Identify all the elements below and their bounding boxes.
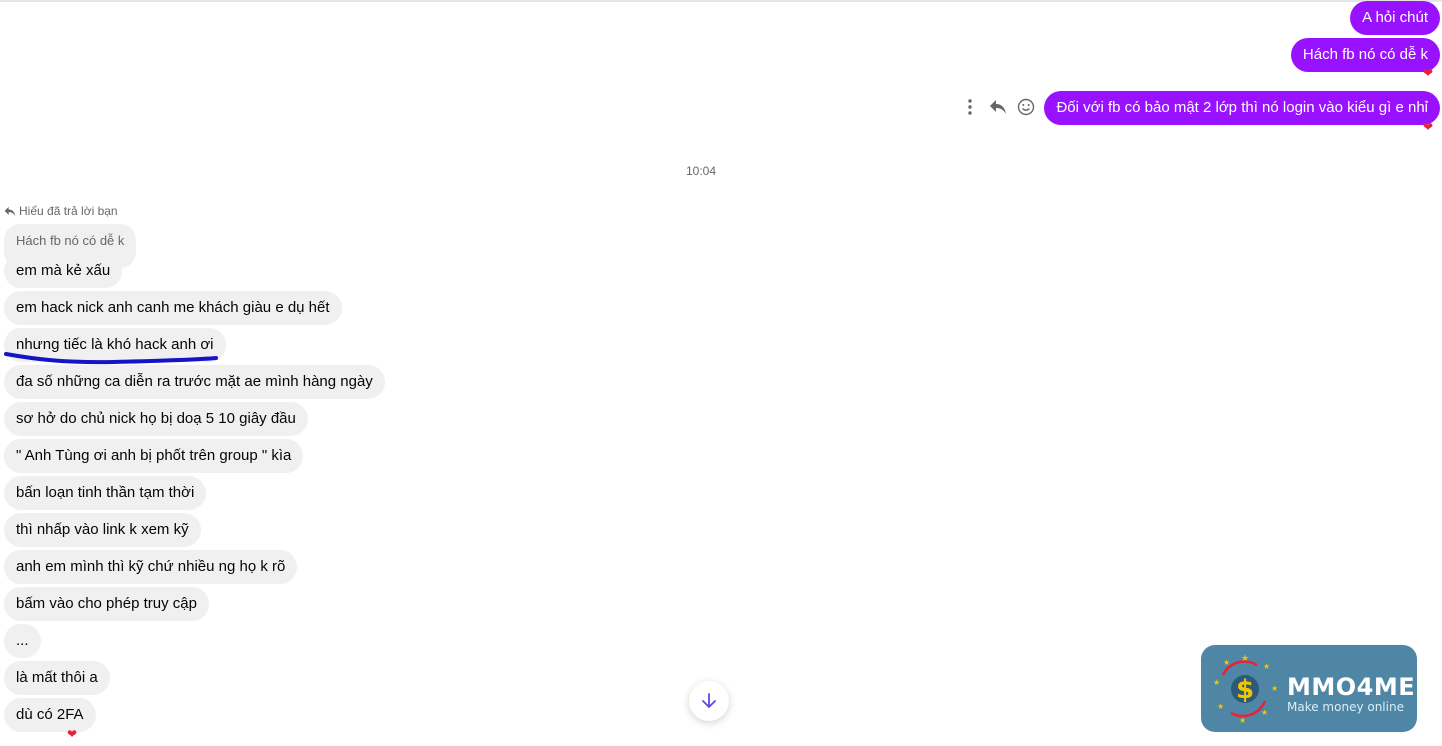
heart-icon[interactable]: ❤: [1423, 67, 1433, 79]
outgoing-message[interactable]: A hỏi chút: [1350, 1, 1440, 35]
timestamp: 10:04: [685, 164, 717, 178]
dollar-logo-icon: $ ★ ★ ★ ★ ★ ★ ★ ★: [1213, 653, 1278, 725]
top-divider: [0, 0, 1442, 2]
smiley-icon[interactable]: [1012, 96, 1040, 118]
reply-icon[interactable]: [984, 96, 1012, 118]
reply-note-text: Hiếu đã trả lời bạn: [19, 204, 118, 218]
incoming-message[interactable]: dù có 2FA: [4, 698, 96, 732]
incoming-message[interactable]: " Anh Tùng ơi anh bị phốt trên group " k…: [4, 439, 304, 473]
incoming-message[interactable]: là mất thôi a: [4, 661, 110, 695]
reply-icon: [4, 206, 16, 216]
svg-text:★: ★: [1261, 708, 1268, 717]
incoming-message[interactable]: em mà kẻ xấu: [4, 254, 123, 288]
outgoing-message[interactable]: Hách fb nó có dễ k: [1290, 38, 1440, 72]
svg-text:★: ★: [1241, 653, 1249, 663]
incoming-message[interactable]: đa số những ca diễn ra trước mặt ae mình…: [4, 365, 385, 399]
incoming-message[interactable]: bấm vào cho phép truy cập: [4, 587, 209, 621]
more-vertical-icon[interactable]: [956, 96, 984, 118]
svg-text:$: $: [1236, 675, 1254, 705]
svg-text:★: ★: [1271, 684, 1278, 693]
watermark-title: MMO4ME: [1287, 673, 1416, 701]
svg-text:★: ★: [1263, 662, 1270, 671]
watermark-subtitle: Make money online: [1287, 700, 1404, 714]
incoming-message[interactable]: em hack nick anh canh me khách giàu e dụ…: [4, 291, 342, 325]
svg-text:★: ★: [1213, 678, 1220, 687]
reply-note: Hiếu đã trả lời bạn: [4, 204, 118, 218]
message-actions: [956, 96, 1040, 118]
heart-icon[interactable]: ❤: [1423, 121, 1433, 133]
incoming-message[interactable]: thì nhấp vào link k xem kỹ: [4, 513, 201, 547]
incoming-message[interactable]: sơ hở do chủ nick họ bị doạ 5 10 giây đầ…: [4, 402, 308, 436]
incoming-message[interactable]: bấn loạn tinh thần tạm thời: [4, 476, 207, 510]
outgoing-message[interactable]: Đối với fb có bảo mật 2 lớp thì nó login…: [1044, 91, 1440, 125]
heart-icon[interactable]: ❤: [67, 728, 77, 740]
scroll-to-bottom-button[interactable]: [689, 681, 729, 721]
svg-text:★: ★: [1217, 702, 1224, 711]
svg-text:★: ★: [1239, 716, 1246, 725]
mmo4me-watermark: $ ★ ★ ★ ★ ★ ★ ★ ★ MMO4ME Make money onli…: [1201, 645, 1417, 732]
incoming-message[interactable]: ...: [4, 624, 41, 658]
svg-text:★: ★: [1223, 658, 1230, 667]
arrow-down-icon: [702, 693, 716, 708]
incoming-message[interactable]: anh em mình thì kỹ chứ nhiều ng họ k rõ: [4, 550, 298, 584]
